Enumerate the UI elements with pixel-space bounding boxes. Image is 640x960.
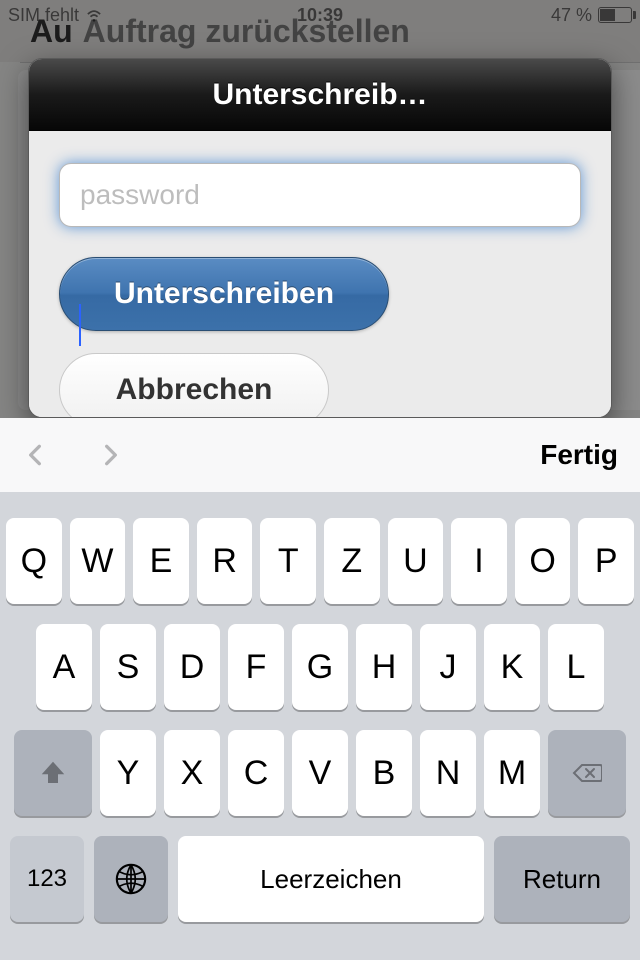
key-x[interactable]: X	[164, 730, 220, 816]
key-p[interactable]: P	[578, 518, 634, 604]
key-c[interactable]: C	[228, 730, 284, 816]
numbers-key[interactable]: 123	[10, 836, 84, 922]
keyboard-accessory-bar: Fertig	[0, 418, 640, 492]
backspace-icon	[572, 758, 602, 788]
battery-icon	[598, 7, 632, 23]
backspace-key[interactable]	[548, 730, 626, 816]
key-s[interactable]: S	[100, 624, 156, 710]
key-m[interactable]: M	[484, 730, 540, 816]
key-g[interactable]: G	[292, 624, 348, 710]
key-v[interactable]: V	[292, 730, 348, 816]
key-i[interactable]: I	[451, 518, 507, 604]
key-a[interactable]: A	[36, 624, 92, 710]
keyboard-done-button[interactable]: Fertig	[540, 439, 618, 471]
key-u[interactable]: U	[388, 518, 444, 604]
wifi-icon	[85, 8, 103, 22]
key-y[interactable]: Y	[100, 730, 156, 816]
software-keyboard: QWERTZUIOP ASDFGHJKL YXCVBNM 123 Leerzei…	[0, 492, 640, 960]
key-z[interactable]: Z	[324, 518, 380, 604]
previous-field-icon[interactable]	[22, 442, 48, 468]
return-key-label: Return	[523, 864, 601, 895]
shift-key[interactable]	[14, 730, 92, 816]
next-field-icon[interactable]	[98, 442, 124, 468]
status-sim-text: SIM fehlt	[8, 5, 79, 26]
sign-button-label: Unterschreiben	[114, 277, 334, 311]
text-cursor	[79, 304, 81, 346]
key-f[interactable]: F	[228, 624, 284, 710]
key-h[interactable]: H	[356, 624, 412, 710]
globe-key[interactable]	[94, 836, 168, 922]
sign-modal: Unterschreib… Unterschreiben Abbrechen	[28, 58, 612, 418]
key-d[interactable]: D	[164, 624, 220, 710]
key-r[interactable]: R	[197, 518, 253, 604]
key-w[interactable]: W	[70, 518, 126, 604]
status-bar: SIM fehlt 10:39 47 %	[0, 0, 640, 30]
keyboard-done-label: Fertig	[540, 439, 618, 470]
key-o[interactable]: O	[515, 518, 571, 604]
status-battery-pct: 47 %	[551, 5, 592, 26]
key-b[interactable]: B	[356, 730, 412, 816]
key-t[interactable]: T	[260, 518, 316, 604]
numbers-key-label: 123	[27, 865, 67, 893]
status-time: 10:39	[297, 5, 343, 26]
globe-icon	[114, 862, 148, 896]
key-k[interactable]: K	[484, 624, 540, 710]
key-q[interactable]: Q	[6, 518, 62, 604]
return-key[interactable]: Return	[494, 836, 630, 922]
key-j[interactable]: J	[420, 624, 476, 710]
key-l[interactable]: L	[548, 624, 604, 710]
space-key-label: Leerzeichen	[260, 864, 402, 895]
cancel-button[interactable]: Abbrechen	[59, 353, 329, 418]
password-input[interactable]	[59, 163, 581, 227]
space-key[interactable]: Leerzeichen	[178, 836, 484, 922]
cancel-button-label: Abbrechen	[116, 373, 273, 407]
key-n[interactable]: N	[420, 730, 476, 816]
modal-title: Unterschreib…	[29, 59, 611, 131]
key-e[interactable]: E	[133, 518, 189, 604]
sign-button[interactable]: Unterschreiben	[59, 257, 389, 331]
shift-icon	[38, 758, 68, 788]
